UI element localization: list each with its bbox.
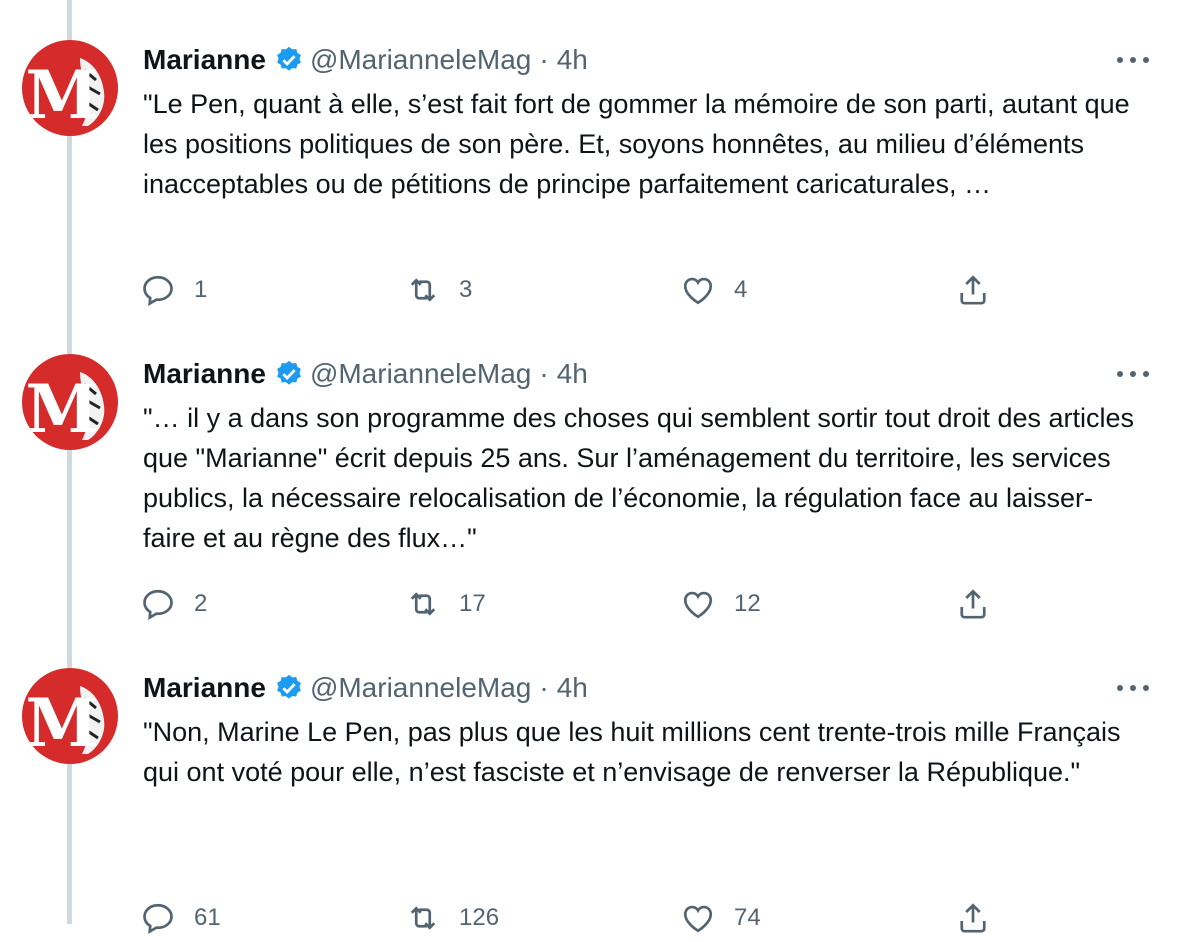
share-button[interactable] [955,584,991,624]
more-options-button[interactable] [1117,52,1149,68]
heart-icon [683,277,713,305]
avatar[interactable]: M [22,668,118,764]
avatar[interactable]: M [22,354,118,450]
like-button[interactable]: 4 [680,270,747,310]
tweet-text: "Non, Marine Le Pen, pas plus que les hu… [143,717,1121,787]
heart-icon [683,591,713,619]
retweet-button[interactable]: 3 [405,270,472,310]
verified-badge-icon [277,360,301,385]
retweet-icon [410,592,436,616]
tweet-text: "Le Pen, quant à elle, s’est fait fort d… [143,89,1130,199]
retweet-button[interactable]: 126 [405,898,499,938]
timestamp[interactable]: 4h [557,44,588,76]
tweet[interactable]: M Marianne @MarianneleMag · 4h "Le Pen, … [0,0,1190,314]
retweet-icon [410,278,436,302]
more-dot [1143,57,1149,63]
reply-button[interactable]: 2 [140,584,207,624]
author-name[interactable]: Marianne [143,44,266,76]
heart-icon [683,905,713,933]
reply-count: 2 [194,590,208,617]
like-button[interactable]: 12 [680,584,761,624]
share-icon [960,589,986,619]
share-icon [960,903,986,933]
timestamp[interactable]: 4h [557,358,588,390]
more-dot [1117,371,1123,377]
verified-badge-icon [277,674,301,699]
like-count: 4 [734,276,748,303]
reply-icon [143,589,173,620]
author-handle[interactable]: @MarianneleMag [310,358,531,390]
verified-badge-icon [277,46,301,71]
svg-text:M: M [25,684,98,762]
reply-button[interactable]: 1 [140,270,207,310]
like-count: 12 [734,590,761,617]
reply-count: 61 [194,904,221,931]
more-dot [1130,57,1136,63]
share-icon [960,275,986,305]
retweet-button[interactable]: 17 [405,584,486,624]
dot-separator: · [539,44,549,75]
avatar[interactable]: M [22,40,118,136]
more-dot [1130,371,1136,377]
tweet[interactable]: M Marianne @MarianneleMag · 4h "Non, Mar… [0,628,1190,942]
retweet-count: 126 [459,904,500,931]
dot-separator: · [539,672,549,703]
more-dot [1117,685,1123,691]
share-button[interactable] [955,270,991,310]
dot-separator: · [539,358,549,389]
more-options-button[interactable] [1117,680,1149,696]
svg-text:M: M [25,56,98,134]
reply-button[interactable]: 61 [140,898,221,938]
reply-count: 1 [194,276,208,303]
marianne-logo-icon: M [22,354,118,450]
retweet-count: 17 [459,590,486,617]
reply-icon [143,903,173,934]
author-handle[interactable]: @MarianneleMag [310,672,531,704]
share-button[interactable] [955,898,991,938]
author-handle[interactable]: @MarianneleMag [310,44,531,76]
tweet-text: "… il y a dans son programme des choses … [143,403,1135,553]
marianne-logo-icon: M [22,668,118,764]
more-options-button[interactable] [1117,366,1149,382]
timestamp[interactable]: 4h [557,672,588,704]
more-dot [1117,57,1123,63]
tweet[interactable]: M Marianne @MarianneleMag · 4h "… il y a… [0,314,1190,628]
more-dot [1130,685,1136,691]
marianne-logo-icon: M [22,40,118,136]
svg-text:M: M [25,370,98,448]
like-count: 74 [734,904,761,931]
author-name[interactable]: Marianne [143,358,266,390]
like-button[interactable]: 74 [680,898,761,938]
more-dot [1143,685,1149,691]
retweet-icon [410,906,436,930]
author-name[interactable]: Marianne [143,672,266,704]
more-dot [1143,371,1149,377]
retweet-count: 3 [459,276,473,303]
reply-icon [143,275,173,306]
